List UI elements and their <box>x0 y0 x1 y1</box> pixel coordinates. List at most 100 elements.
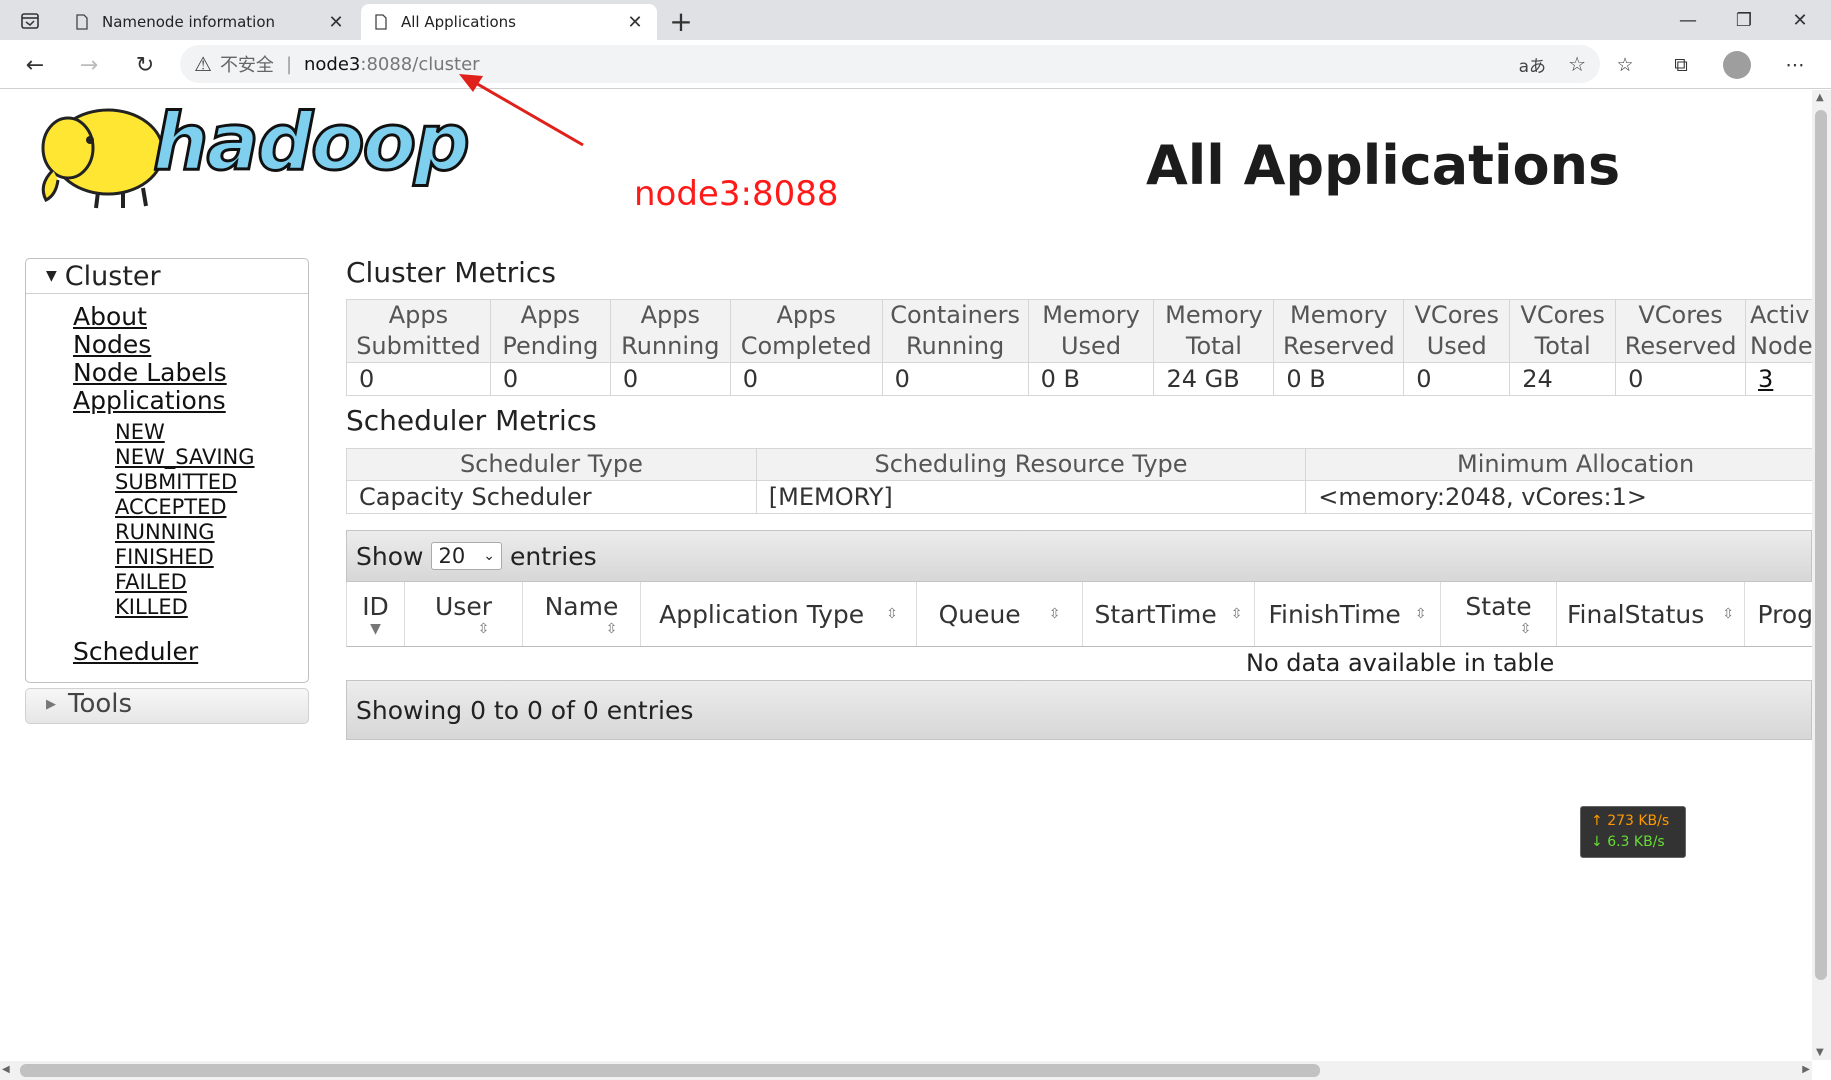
page-size-select[interactable]: 20 ⌄ <box>431 542 502 570</box>
value-apps-running: 0 <box>609 362 731 396</box>
app-state-finished[interactable]: FINISHED <box>115 545 214 569</box>
col-queue[interactable]: Queue ⇳ <box>917 582 1083 646</box>
show-label: Show <box>356 541 424 571</box>
sidebar-link-node-labels[interactable]: Node Labels <box>73 358 227 387</box>
value-scheduler-type: Capacity Scheduler <box>346 480 757 514</box>
sort-icon: ⇳ <box>1048 606 1061 622</box>
col-apps-completed: Apps Completed <box>729 299 883 363</box>
app-state-running[interactable]: RUNNING <box>115 520 215 544</box>
col-apps-running: Apps Running <box>609 299 731 363</box>
col-memory-reserved: Memory Reserved <box>1273 299 1405 363</box>
value-apps-pending: 0 <box>489 362 611 396</box>
col-finalstatus[interactable]: FinalStatus ⇳ <box>1557 582 1745 646</box>
page-icon <box>375 14 387 30</box>
warning-icon: ⚠ <box>194 52 212 76</box>
cluster-metrics-title: Cluster Metrics <box>346 256 556 289</box>
window-close-icon[interactable]: ✕ <box>1772 0 1828 40</box>
value-containers-running: 0 <box>881 362 1029 396</box>
minimize-icon[interactable]: — <box>1660 0 1716 40</box>
col-memory-total: Memory Total <box>1153 299 1275 363</box>
col-id[interactable]: ID ▼ <box>347 582 405 646</box>
sidebar-link-nodes[interactable]: Nodes <box>73 330 151 359</box>
col-memory-used: Memory Used <box>1027 299 1155 363</box>
sort-desc-icon: ▼ <box>370 620 381 637</box>
scroll-thumb[interactable] <box>20 1064 1320 1077</box>
active-nodes-link[interactable]: 3 <box>1758 365 1773 393</box>
col-finishtime[interactable]: FinishTime ⇳ <box>1255 582 1441 646</box>
col-starttime[interactable]: StartTime ⇳ <box>1083 582 1255 646</box>
read-aloud-icon[interactable]: aあ <box>1519 52 1546 77</box>
tab-namenode[interactable]: Namenode information ✕ <box>62 4 358 40</box>
sidebar-link-scheduler[interactable]: Scheduler <box>73 637 198 666</box>
scroll-right-icon[interactable]: ▶ <box>1802 1064 1810 1075</box>
close-icon[interactable]: ✕ <box>625 12 645 33</box>
tab-all-applications[interactable]: All Applications ✕ <box>361 4 657 40</box>
value-memory-total: 24 GB <box>1153 362 1275 396</box>
vertical-scrollbar[interactable]: ▲ ▼ <box>1812 90 1831 1060</box>
value-apps-completed: 0 <box>729 362 883 396</box>
tab-actions-icon[interactable] <box>14 8 46 34</box>
scroll-thumb[interactable] <box>1815 110 1827 980</box>
close-icon[interactable]: ✕ <box>326 12 346 33</box>
app-state-new-saving[interactable]: NEW_SAVING <box>115 445 255 469</box>
value-vcores-reserved: 0 <box>1615 362 1747 396</box>
sidebar-cluster-title[interactable]: Cluster <box>65 261 161 292</box>
sort-icon: ⇳ <box>605 620 618 637</box>
apps-table-header: ID ▼ User ⇳ Name ⇳ Application Type ⇳ Queue ⇳… <box>346 582 1813 647</box>
app-state-failed[interactable]: FAILED <box>115 570 187 594</box>
sidebar-link-applications[interactable]: Applications <box>73 386 226 415</box>
app-state-new[interactable]: NEW <box>115 420 165 444</box>
table-info-bar: Showing 0 to 0 of 0 entries <box>346 680 1812 740</box>
app-state-killed[interactable]: KILLED <box>115 595 188 619</box>
sort-icon: ⇳ <box>1230 606 1243 622</box>
more-icon[interactable]: ⋯ <box>1778 48 1812 82</box>
add-favorite-icon[interactable]: ☆ <box>1568 52 1586 76</box>
tab-title: Namenode information <box>102 13 276 31</box>
url-host: node3 <box>304 53 361 75</box>
sort-icon: ⇳ <box>886 606 898 622</box>
scheduler-metrics-table: Scheduler Type Scheduling Resource Type … <box>346 448 1831 514</box>
value-memory-used: 0 B <box>1027 362 1155 396</box>
new-tab-icon[interactable]: + <box>664 4 698 38</box>
annotation-arrow <box>459 74 584 147</box>
back-icon[interactable]: ← <box>18 48 52 82</box>
col-vcores-total: VCores Total <box>1509 299 1617 363</box>
col-progress[interactable]: Prog <box>1745 582 1813 646</box>
sidebar-tools[interactable]: ▶ Tools <box>25 688 309 724</box>
col-apps-submitted: Apps Submitted <box>346 299 491 363</box>
restore-icon[interactable]: ❐ <box>1716 0 1772 40</box>
caret-down-icon[interactable]: ▼ <box>46 268 57 284</box>
value-vcores-total: 24 <box>1509 362 1617 396</box>
value-vcores-used: 0 <box>1403 362 1511 396</box>
metrics-header-row: Apps Submitted Apps Pending Apps Running Ap… <box>346 299 1831 363</box>
node-annotation: node3:8088 <box>634 174 839 214</box>
sidebar-link-about[interactable]: About <box>73 302 147 331</box>
value-scheduling-resource-type: [MEMORY] <box>755 480 1307 514</box>
metrics-value-row: 0 0 0 0 0 0 B 24 GB 0 B 0 24 0 3 <box>346 362 1831 396</box>
separator: | <box>285 53 293 75</box>
col-user[interactable]: User ⇳ <box>405 582 523 646</box>
col-application-type[interactable]: Application Type ⇳ <box>641 582 917 646</box>
horizontal-scrollbar[interactable]: ◀ ▶ <box>0 1061 1812 1080</box>
col-state[interactable]: State ⇳ <box>1441 582 1557 646</box>
table-length-bar: Show 20 ⌄ entries <box>346 530 1812 582</box>
col-name[interactable]: Name ⇳ <box>523 582 641 646</box>
collections-icon[interactable]: ⧉ <box>1664 48 1698 82</box>
app-state-submitted[interactable]: SUBMITTED <box>115 470 237 494</box>
scroll-left-icon[interactable]: ◀ <box>2 1064 10 1075</box>
download-speed: ↓ 6.3 KB/s <box>1591 834 1665 850</box>
profile-avatar[interactable] <box>1723 51 1751 79</box>
reload-icon[interactable]: ↻ <box>128 48 162 82</box>
col-scheduler-type: Scheduler Type <box>346 448 757 481</box>
app-state-accepted[interactable]: ACCEPTED <box>115 495 227 519</box>
col-minimum-allocation: Minimum Allocation <box>1305 448 1831 481</box>
value-apps-submitted: 0 <box>346 362 491 396</box>
favorites-icon[interactable]: ☆ <box>1608 48 1642 82</box>
sidebar-tools-title: Tools <box>68 689 133 719</box>
page-title: All Applications <box>1146 134 1621 197</box>
page-size-value: 20 <box>438 544 466 568</box>
forward-icon[interactable]: → <box>72 48 106 82</box>
scroll-down-icon[interactable]: ▼ <box>1816 1047 1824 1058</box>
scroll-up-icon[interactable]: ▲ <box>1816 92 1824 103</box>
address-bar[interactable]: ⚠ 不安全 | node3:8088/cluster aあ ☆ <box>180 45 1600 83</box>
